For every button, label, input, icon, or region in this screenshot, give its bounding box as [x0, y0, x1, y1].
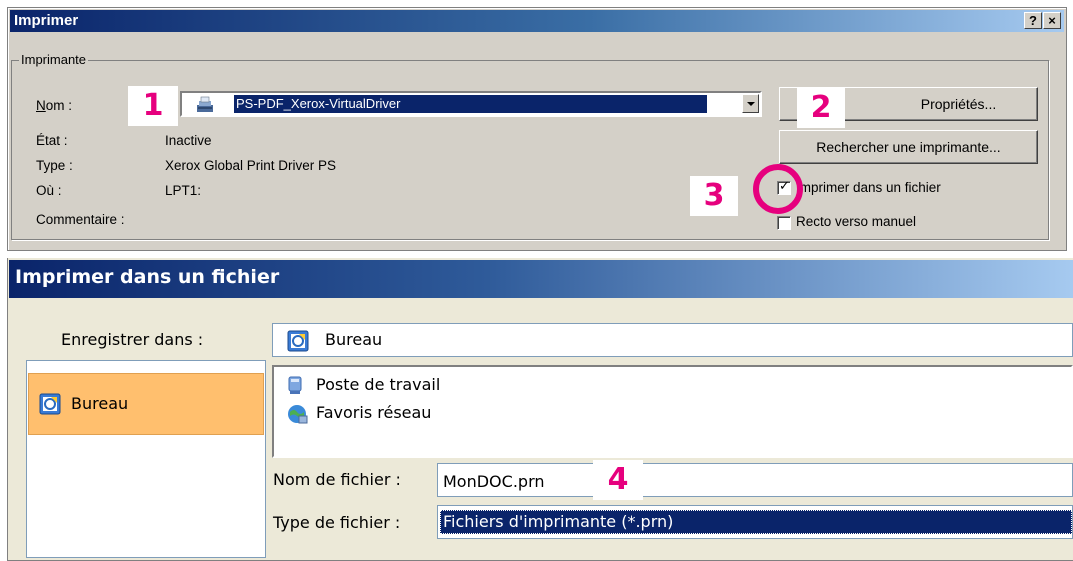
step-1-badge: 1 — [128, 86, 178, 126]
name-label: Nom : — [36, 98, 73, 113]
step-2-badge: 2 — [797, 88, 845, 128]
my-computer-icon — [288, 376, 302, 394]
places-bar: Bureau — [26, 360, 266, 558]
step-4-badge: 4 — [593, 460, 643, 500]
save-in-label: Enregistrer dans : — [61, 330, 204, 349]
desktop-icon — [39, 393, 61, 415]
print-to-file-label[interactable]: Imprimer dans un fichier — [796, 180, 941, 195]
filetype-label: Type de fichier : — [273, 513, 401, 532]
step-3-badge: 3 — [690, 176, 738, 216]
file-list: Poste de travail Favoris réseau — [272, 365, 1073, 458]
save-in-value: Bureau — [325, 330, 383, 349]
list-item-label: Favoris réseau — [316, 403, 432, 422]
highlight-circle — [753, 164, 803, 214]
type-label: Type : — [36, 158, 73, 173]
printer-name-select[interactable]: PS-PDF_Xerox-VirtualDriver — [180, 91, 762, 117]
network-places-icon — [288, 405, 308, 424]
place-desktop[interactable]: Bureau — [28, 373, 264, 435]
list-item-my-computer[interactable]: Poste de travail — [286, 375, 440, 399]
help-button[interactable]: ? — [1024, 12, 1042, 29]
save-in-select[interactable]: Bureau — [272, 323, 1073, 357]
status-value: Inactive — [165, 133, 212, 148]
print-dialog-title: Imprimer — [14, 12, 79, 29]
file-dialog-titlebar: Imprimer dans un fichier — [9, 260, 1073, 298]
filetype-select[interactable]: Fichiers d'imprimante (*.prn) — [437, 505, 1073, 539]
status-label: État : — [36, 133, 68, 148]
where-label: Où : — [36, 183, 62, 198]
manual-duplex-label[interactable]: Recto verso manuel — [796, 214, 916, 229]
printer-group-label: Imprimante — [19, 52, 89, 67]
place-label: Bureau — [71, 394, 129, 413]
desktop-icon — [287, 330, 309, 352]
close-button[interactable]: × — [1043, 12, 1061, 29]
type-value: Xerox Global Print Driver PS — [165, 158, 337, 173]
manual-duplex-checkbox[interactable] — [777, 216, 791, 230]
printer-name-value: PS-PDF_Xerox-VirtualDriver — [234, 95, 707, 113]
comment-label: Commentaire : — [36, 212, 125, 227]
chevron-down-icon[interactable] — [742, 94, 759, 113]
printer-icon — [197, 96, 213, 112]
file-dialog-title: Imprimer dans un fichier — [15, 266, 280, 288]
filetype-value: Fichiers d'imprimante (*.prn) — [440, 510, 1072, 534]
list-item-label: Poste de travail — [316, 375, 441, 394]
find-printer-button[interactable]: Rechercher une imprimante... — [779, 130, 1038, 164]
filename-input[interactable]: MonDOC.prn — [437, 463, 1073, 497]
print-dialog-titlebar: Imprimer ? × — [10, 10, 1064, 32]
where-value: LPT1: — [165, 183, 202, 198]
filename-value: MonDOC.prn — [443, 472, 545, 491]
filename-label: Nom de fichier : — [273, 470, 401, 489]
list-item-network[interactable]: Favoris réseau — [286, 403, 431, 429]
